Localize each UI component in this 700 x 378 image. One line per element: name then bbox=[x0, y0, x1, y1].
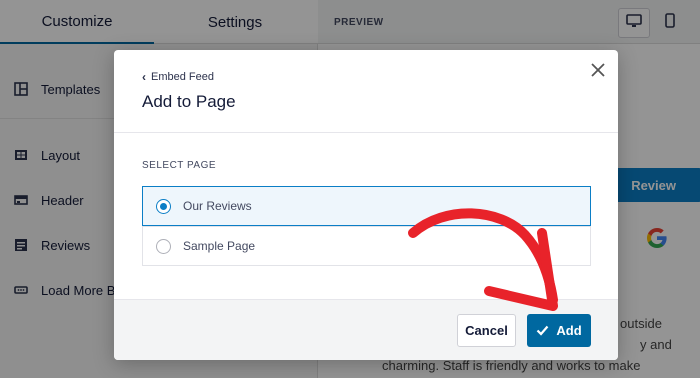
add-to-page-modal: ‹ Embed Feed Add to Page SELECT PAGE Our… bbox=[114, 50, 618, 360]
embed-feed-back-link[interactable]: ‹ Embed Feed bbox=[142, 70, 214, 84]
back-link-label: Embed Feed bbox=[151, 71, 214, 83]
page-option-our-reviews[interactable]: Our Reviews bbox=[142, 186, 591, 226]
radio-unselected[interactable] bbox=[156, 238, 171, 254]
add-button-label: Add bbox=[556, 323, 582, 338]
close-icon[interactable] bbox=[586, 60, 610, 84]
modal-header: ‹ Embed Feed Add to Page bbox=[114, 50, 618, 133]
modal-title: Add to Page bbox=[142, 92, 236, 111]
select-page-label: SELECT PAGE bbox=[142, 160, 217, 171]
page-option-sample-page[interactable]: Sample Page bbox=[142, 226, 591, 266]
chevron-left-icon: ‹ bbox=[142, 70, 146, 84]
cancel-button[interactable]: Cancel bbox=[457, 314, 516, 347]
radio-selected[interactable] bbox=[156, 198, 171, 214]
page-option-label: Our Reviews bbox=[183, 199, 252, 213]
page-option-label: Sample Page bbox=[183, 239, 256, 253]
checkmark-icon bbox=[536, 325, 549, 336]
add-button[interactable]: Add bbox=[527, 314, 591, 347]
